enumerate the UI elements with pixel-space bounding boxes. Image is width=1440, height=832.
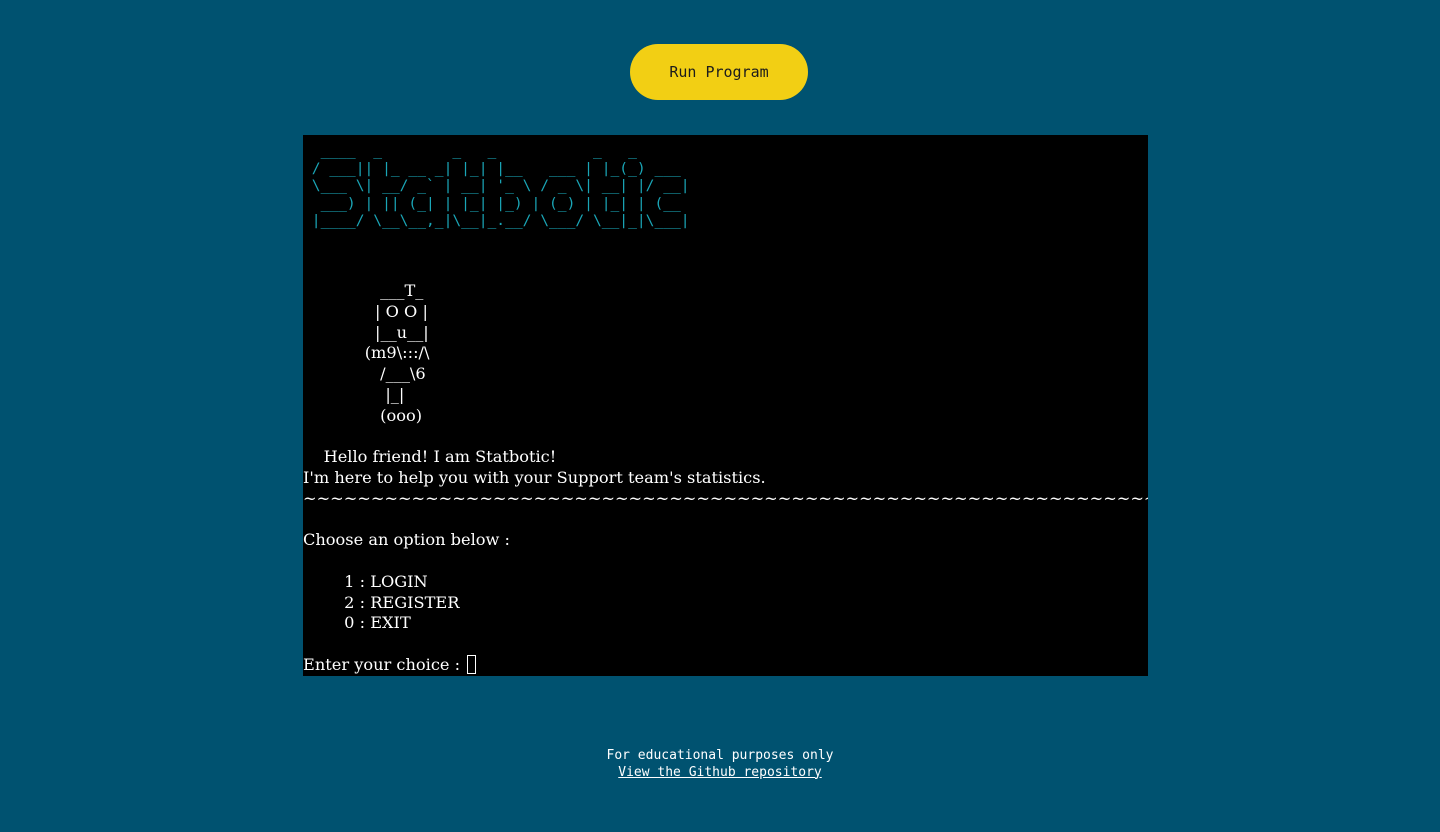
terminal-output: Hello friend! I am Statbotic! I'm here t… [303,447,1148,676]
banner-line: ___) | || (_| | |_| |_) | (_) | |_| | (_… [303,194,690,212]
terminal[interactable]: ____ _ _ _ _ _ / ___|| |_ __ _| |_| |__ … [303,135,1148,676]
robot-line: |_| [303,384,405,404]
run-program-button[interactable]: Run Program [630,44,808,100]
intro-text: I'm here to help you with your Support t… [303,467,766,487]
banner-line: \___ \| __/ _` | __| '_ \ / _ \| __| |/ … [303,177,690,195]
statbotic-ascii-banner: ____ _ _ _ _ _ / ___|| |_ __ _| |_| |__ … [303,142,690,230]
choice-input-prompt: Enter your choice : [303,654,466,674]
robot-line: /___\6 [303,364,426,384]
robot-line: (m9\:::/\ [303,343,430,363]
menu-option-login: 1 : LOGIN [303,571,428,591]
robot-ascii-art: ___T_ | O O | |__u__| (m9\:::/\ /___\6 |… [303,281,430,427]
robot-line: ___T_ [303,281,424,300]
banner-line: ____ _ _ _ _ _ [303,142,690,159]
menu-option-register: 2 : REGISTER [303,592,460,612]
choose-option-prompt: Choose an option below : [303,530,510,550]
robot-line: (ooo) [303,405,423,425]
menu-option-exit: 0 : EXIT [303,613,411,633]
banner-line: |____/ \__\__,_|\__|_.__/ \___/ \__|_|\_… [303,212,690,230]
banner-line: / ___|| |_ __ _| |_| |__ ___ | |_(_) ___ [303,159,690,177]
footer: For educational purposes only View the G… [0,748,1440,781]
greeting-text: Hello friend! I am Statbotic! [303,447,557,466]
educational-note: For educational purposes only [606,748,834,763]
terminal-cursor[interactable] [467,654,477,674]
robot-line: | O O | [303,301,428,321]
separator-line: ~~~~~~~~~~~~~~~~~~~~~~~~~~~~~~~~~~~~~~~~… [303,488,1148,508]
github-repo-link[interactable]: View the Github repository [618,765,822,780]
robot-line: |__u__| [303,322,429,342]
